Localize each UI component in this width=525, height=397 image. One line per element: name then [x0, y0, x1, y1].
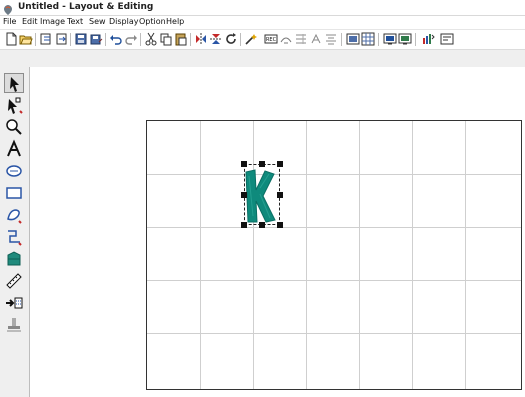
zoom-tool-icon[interactable] [4, 117, 24, 137]
cut-icon[interactable] [144, 32, 158, 46]
save-as-icon[interactable] [89, 32, 103, 46]
copy-icon[interactable] [159, 32, 173, 46]
resize-handle[interactable] [241, 222, 247, 228]
option-bar [0, 49, 525, 68]
grid-line [412, 121, 413, 389]
design-property-icon[interactable] [440, 32, 454, 46]
title-bar: Untitled - Layout & Editing [0, 0, 525, 16]
toolbar: REC [0, 29, 525, 49]
rectangle-tool-icon[interactable] [4, 183, 24, 203]
redo-icon[interactable] [124, 32, 138, 46]
design-canvas[interactable] [146, 120, 522, 390]
new-icon[interactable] [4, 32, 18, 46]
export-icon[interactable] [54, 32, 68, 46]
grid-line [147, 280, 521, 281]
text-layout-icon[interactable] [294, 32, 308, 46]
menu-text[interactable]: Text [67, 17, 83, 27]
text-attributes-icon[interactable] [309, 32, 323, 46]
save-icon[interactable] [74, 32, 88, 46]
resize-handle[interactable] [241, 192, 247, 198]
grid-line [306, 121, 307, 389]
wizard-icon[interactable] [244, 32, 258, 46]
tool-palette [0, 67, 30, 397]
selection-frame [244, 164, 280, 225]
resize-handle[interactable] [277, 192, 283, 198]
rotate-icon[interactable] [224, 32, 238, 46]
open-icon[interactable] [19, 32, 33, 46]
shape-library-icon[interactable] [4, 249, 24, 269]
menu-sew[interactable]: Sew [89, 17, 106, 27]
grid-line [465, 121, 466, 389]
menu-edit[interactable]: Edit [22, 17, 38, 27]
sewing-attributes-icon[interactable] [346, 32, 360, 46]
import-icon[interactable] [39, 32, 53, 46]
record-icon[interactable]: REC [264, 32, 278, 46]
point-edit-tool-icon[interactable] [4, 95, 24, 115]
align-icon[interactable] [324, 32, 338, 46]
window-title: Untitled - Layout & Editing [18, 2, 154, 12]
grid-line [147, 174, 521, 175]
preview-icon[interactable] [383, 32, 397, 46]
menu-option[interactable]: Option [139, 17, 166, 27]
grid-icon[interactable] [361, 32, 375, 46]
text-tool-icon[interactable] [4, 139, 24, 159]
paste-icon[interactable] [174, 32, 188, 46]
flip-horizontal-icon[interactable] [194, 32, 208, 46]
menu-bar: File Edit Image Text Sew Display Option … [0, 16, 525, 28]
shape-tool-icon[interactable] [4, 161, 24, 181]
grid-line [147, 333, 521, 334]
import-stitch-icon[interactable] [4, 293, 24, 313]
brush-tool-icon[interactable] [4, 205, 24, 225]
sew-order-icon[interactable] [421, 32, 435, 46]
stamp-tool-icon[interactable] [4, 315, 24, 335]
resize-handle[interactable] [277, 161, 283, 167]
record-label: REC [266, 37, 277, 43]
measure-tool-icon[interactable] [4, 271, 24, 291]
menu-file[interactable]: File [3, 17, 16, 27]
realistic-preview-icon[interactable] [398, 32, 412, 46]
app-icon [2, 1, 14, 15]
undo-icon[interactable] [109, 32, 123, 46]
resize-handle[interactable] [259, 222, 265, 228]
stitch-tool-icon[interactable] [4, 227, 24, 247]
grid-line [200, 121, 201, 389]
menu-image[interactable]: Image [40, 17, 65, 27]
grid-line [253, 121, 254, 389]
flip-vertical-icon[interactable] [209, 32, 223, 46]
menu-display[interactable]: Display [109, 17, 139, 27]
grid-line [147, 227, 521, 228]
menu-help[interactable]: Help [166, 17, 184, 27]
select-tool-icon[interactable] [4, 73, 24, 93]
text-arc-icon[interactable] [279, 32, 293, 46]
resize-handle[interactable] [277, 222, 283, 228]
resize-handle[interactable] [259, 161, 265, 167]
resize-handle[interactable] [241, 161, 247, 167]
grid-line [359, 121, 360, 389]
